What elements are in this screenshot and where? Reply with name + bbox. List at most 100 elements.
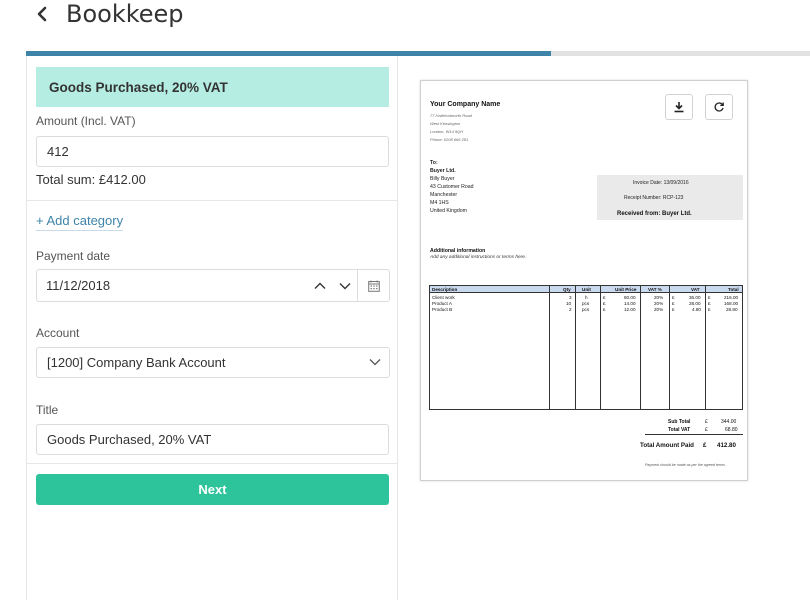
table-cell-vat-pct: 20% xyxy=(654,295,664,300)
table-cell-currency: £ xyxy=(708,301,711,306)
payment-date-input[interactable]: 11/12/2018 xyxy=(37,270,307,301)
download-icon xyxy=(674,102,684,113)
payment-date-field: 11/12/2018 xyxy=(36,269,390,302)
sub-total-label: Sub Total xyxy=(668,419,691,425)
column-divider xyxy=(600,286,601,409)
table-cell-total: 28.80 xyxy=(726,307,738,312)
table-cell-qty: 10 xyxy=(566,301,572,306)
column-divider xyxy=(549,286,550,409)
calendar-icon xyxy=(367,280,380,292)
table-cell-description: Product B xyxy=(432,307,453,312)
next-button[interactable]: Next xyxy=(36,474,389,505)
buyer-line: United Kingdom xyxy=(430,208,467,214)
sub-total-value: 344.00 xyxy=(721,419,737,425)
table-cell-unit: h xyxy=(585,295,588,300)
table-cell-vat: 36.00 xyxy=(689,295,701,300)
buyer-line: M4 1HS xyxy=(430,200,449,206)
app-header: Bookkeep xyxy=(0,0,810,52)
table-cell-total: 168.00 xyxy=(724,301,739,306)
table-cell-currency: £ xyxy=(603,307,606,312)
invoice-date: Invoice Date: 13/09/2016 xyxy=(633,180,689,186)
account-select[interactable]: [1200] Company Bank Account xyxy=(36,347,390,378)
title-input[interactable]: Goods Purchased, 20% VAT xyxy=(36,424,389,455)
date-decrement-button[interactable] xyxy=(332,270,357,301)
total-paid-label: Total Amount Paid xyxy=(640,442,694,449)
total-vat-currency: £ xyxy=(705,427,708,433)
chevron-down-icon xyxy=(339,282,350,289)
column-divider xyxy=(575,286,576,409)
table-cell-qty: 3 xyxy=(569,295,572,300)
company-address-line: Phone: 0208 666 281 xyxy=(430,137,469,142)
title-label: Title xyxy=(36,403,59,417)
company-address-line: West Kensington xyxy=(430,121,461,126)
table-cell-total: 216.00 xyxy=(724,295,739,300)
account-select-value: [1200] Company Bank Account xyxy=(47,355,226,370)
table-cell-currency: £ xyxy=(708,295,711,300)
amount-label: Amount (Incl. VAT) xyxy=(36,114,136,128)
company-address-line: 77 Hallelcotmorth Road xyxy=(430,113,472,118)
receipt-document: T Your Company Name 77 Hallelcotmorth Ro… xyxy=(420,80,748,481)
total-vat-label: Total VAT xyxy=(668,427,691,433)
table-cell-currency: £ xyxy=(603,301,606,306)
total-sum-text: Total sum: £412.00 xyxy=(36,172,146,187)
date-increment-button[interactable] xyxy=(307,270,332,301)
table-cell-price: 12.00 xyxy=(624,307,636,312)
back-button[interactable] xyxy=(34,3,52,27)
table-cell-description: Product A xyxy=(432,301,452,306)
table-cell-price: 14.00 xyxy=(624,301,636,306)
table-cell-vat-pct: 20% xyxy=(654,307,664,312)
receipt-preview-panel: T Your Company Name 77 Hallelcotmorth Ro… xyxy=(398,56,810,600)
page-title: Bookkeep xyxy=(66,0,184,28)
column-header: Total xyxy=(728,287,739,292)
table-cell-unit: pcs xyxy=(582,301,590,306)
divider xyxy=(27,200,398,201)
total-vat-value: 68.80 xyxy=(725,427,738,433)
table-cell-currency: £ xyxy=(672,307,675,312)
column-header: VAT % xyxy=(648,287,662,292)
table-cell-currency: £ xyxy=(672,295,675,300)
column-divider xyxy=(640,286,641,409)
add-category-link[interactable]: + Add category xyxy=(36,213,124,231)
column-header: Unit xyxy=(582,287,591,292)
table-cell-currency: £ xyxy=(672,301,675,306)
table-cell-currency: £ xyxy=(603,295,606,300)
payment-terms-note: Payment should be made as per the agreed… xyxy=(645,463,725,467)
column-divider xyxy=(705,286,706,409)
chevron-left-icon xyxy=(37,6,47,22)
table-cell-qty: 2 xyxy=(569,307,572,312)
company-name: Your Company Name xyxy=(430,101,501,108)
column-header: Qty xyxy=(563,287,571,292)
table-cell-currency: £ xyxy=(708,307,711,312)
additional-info-title: Additional information xyxy=(430,248,486,254)
chevron-down-icon xyxy=(369,359,381,366)
payment-date-label: Payment date xyxy=(36,249,111,263)
category-banner: Goods Purchased, 20% VAT xyxy=(36,67,389,107)
download-button[interactable] xyxy=(665,94,693,120)
line-items-table: Description Qty Unit Unit Price VAT % VA… xyxy=(429,285,743,410)
calendar-button[interactable] xyxy=(357,270,389,301)
column-divider xyxy=(669,286,670,409)
table-cell-description: Client work xyxy=(432,295,455,300)
table-cell-price: 60.00 xyxy=(624,295,636,300)
additional-info-text: Add any additional instructions or terms… xyxy=(430,255,527,260)
table-cell-vat: 4.80 xyxy=(692,307,701,312)
amount-input[interactable]: 412 xyxy=(36,136,389,167)
receipt-number: Receipt Number: RCP-123 xyxy=(624,195,684,201)
totals-divider xyxy=(645,434,743,435)
column-header: Description xyxy=(432,287,458,292)
table-cell-vat: 28.00 xyxy=(689,301,701,306)
document-toolbar xyxy=(665,94,733,122)
sub-total-currency: £ xyxy=(705,419,708,425)
rotate-icon xyxy=(714,102,724,112)
expense-form: Goods Purchased, 20% VAT Amount (Incl. V… xyxy=(26,56,398,600)
buyer-line: Manchester xyxy=(430,192,458,198)
buyer-line: Buyer Ltd. xyxy=(430,168,456,174)
table-cell-unit: pcs xyxy=(582,307,590,312)
table-cell-vat-pct: 20% xyxy=(654,301,664,306)
rotate-button[interactable] xyxy=(705,94,733,120)
total-paid-value: 412.80 xyxy=(717,442,736,449)
to-label: To: xyxy=(430,160,438,166)
account-label: Account xyxy=(36,326,80,340)
divider xyxy=(27,463,398,464)
column-header: VAT xyxy=(691,287,700,292)
